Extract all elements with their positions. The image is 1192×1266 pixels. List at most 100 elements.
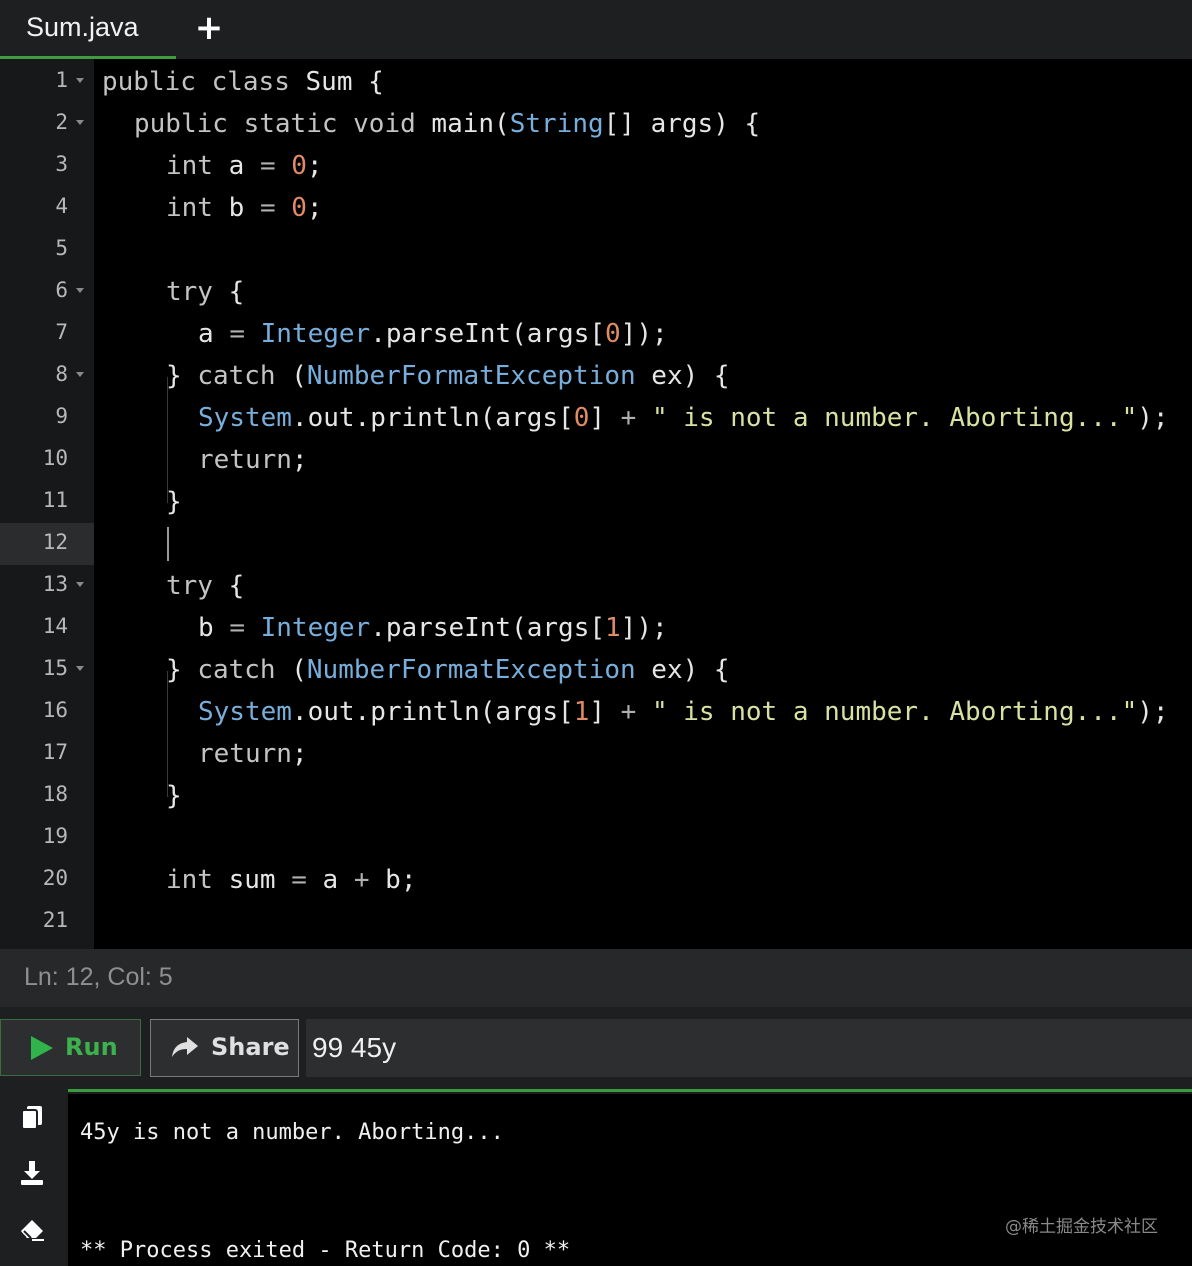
share-arrow-icon bbox=[172, 1037, 198, 1057]
type-name: Integer bbox=[260, 319, 371, 349]
keyword: int bbox=[166, 865, 213, 895]
keyword: return bbox=[198, 445, 292, 475]
output-side-tools bbox=[0, 1091, 66, 1266]
gutter-row: 21 bbox=[0, 901, 94, 943]
code-text: .out.println(args[ bbox=[291, 403, 574, 433]
keyword: return bbox=[198, 739, 292, 769]
fold-arrow-icon[interactable] bbox=[76, 666, 84, 671]
number-literal: 1 bbox=[573, 697, 590, 727]
line-number: 18 bbox=[42, 782, 68, 806]
line-number: 17 bbox=[42, 740, 68, 764]
text-cursor bbox=[167, 527, 169, 561]
line-number: 6 bbox=[55, 278, 68, 302]
code-line-10: return; bbox=[198, 439, 308, 481]
code-line-6: try { bbox=[166, 271, 244, 313]
output-console: 45y is not a number. Aborting... ** Proc… bbox=[68, 1094, 1192, 1266]
fold-arrow-icon[interactable] bbox=[76, 372, 84, 377]
code-text: ; bbox=[306, 151, 323, 181]
status-bar: Ln: 12, Col: 5 bbox=[0, 949, 1192, 1007]
add-tab-button[interactable]: + bbox=[194, 10, 224, 46]
operator: + bbox=[620, 697, 637, 727]
gutter-row: 8 bbox=[0, 355, 94, 397]
share-button[interactable]: Share bbox=[150, 1019, 299, 1077]
gutter-row: 10 bbox=[0, 439, 94, 481]
code-text: ; bbox=[291, 739, 308, 769]
code-line-8: } catch (NumberFormatException ex) { bbox=[166, 355, 730, 397]
type-name: String bbox=[509, 109, 604, 139]
operator: = bbox=[259, 151, 276, 181]
line-number: 8 bbox=[55, 362, 68, 386]
operator: + bbox=[620, 403, 637, 433]
command-line-args-input[interactable] bbox=[306, 1019, 1192, 1077]
keyword: public bbox=[134, 109, 228, 139]
console-exit-line: ** Process exited - Return Code: 0 ** bbox=[80, 1238, 571, 1263]
line-number: 3 bbox=[55, 152, 68, 176]
number-literal: 1 bbox=[605, 613, 621, 643]
type-name: System bbox=[198, 697, 292, 727]
gutter-row: 5 bbox=[0, 229, 94, 271]
code-text: ; bbox=[291, 445, 308, 475]
gutter-row: 1 bbox=[0, 61, 94, 103]
keyword: class bbox=[211, 67, 290, 97]
code-line-13: try { bbox=[166, 565, 244, 607]
operator: = bbox=[259, 193, 276, 223]
keyword: try bbox=[166, 277, 213, 307]
tab-bar: Sum.java + bbox=[0, 0, 1192, 59]
line-number: 2 bbox=[55, 110, 68, 134]
code-text: sum bbox=[212, 865, 292, 895]
line-number: 15 bbox=[42, 656, 68, 680]
tab-sum-java[interactable]: Sum.java bbox=[0, 0, 176, 59]
fold-arrow-icon[interactable] bbox=[76, 120, 84, 125]
code-text: ] bbox=[589, 403, 621, 433]
fold-arrow-icon[interactable] bbox=[76, 288, 84, 293]
code-text: } bbox=[166, 487, 182, 517]
run-button[interactable]: Run bbox=[0, 1019, 141, 1076]
code-line-17: return; bbox=[198, 733, 308, 775]
code-text: .out.println(args[ bbox=[291, 697, 574, 727]
code-text: Sum { bbox=[289, 67, 384, 97]
gutter-row: 16 bbox=[0, 691, 94, 733]
code-line-7: a = Integer.parseInt(args[0]); bbox=[198, 313, 668, 355]
console-output-line: 45y is not a number. Aborting... bbox=[80, 1120, 504, 1145]
code-text: { bbox=[212, 277, 245, 307]
gutter-row: 4 bbox=[0, 187, 94, 229]
run-label: Run bbox=[65, 1033, 118, 1061]
operator: + bbox=[353, 865, 370, 895]
code-text: .parseInt(args[ bbox=[370, 319, 606, 349]
code-line-9: System.out.println(args[0] + " is not a … bbox=[198, 397, 1169, 439]
number-literal: 0 bbox=[573, 403, 590, 433]
keyword: int bbox=[166, 151, 213, 181]
fold-arrow-icon[interactable] bbox=[76, 582, 84, 587]
line-number: 10 bbox=[42, 446, 68, 470]
code-editor[interactable]: 1 2 3 4 5 6 7 8 9 10 11 12 13 14 15 16 1… bbox=[0, 59, 1192, 949]
code-text: ] bbox=[589, 697, 621, 727]
code-text: b; bbox=[369, 865, 417, 895]
code-text: ; bbox=[306, 193, 323, 223]
gutter-row: 14 bbox=[0, 607, 94, 649]
fold-arrow-icon[interactable] bbox=[76, 78, 84, 83]
code-text: ]); bbox=[620, 319, 668, 349]
download-icon[interactable] bbox=[18, 1159, 46, 1187]
code-line-4: int b = 0; bbox=[166, 187, 323, 229]
copy-icon[interactable] bbox=[18, 1103, 46, 1131]
gutter-row: 3 bbox=[0, 145, 94, 187]
code-text: main( bbox=[415, 109, 510, 139]
code-text: b bbox=[212, 193, 260, 223]
code-text: a bbox=[198, 319, 230, 349]
keyword: catch bbox=[197, 361, 276, 391]
line-number: 21 bbox=[42, 908, 68, 932]
code-text: a bbox=[212, 151, 260, 181]
line-number-gutter: 1 2 3 4 5 6 7 8 9 10 11 12 13 14 15 16 1… bbox=[0, 59, 94, 949]
code-text: ( bbox=[275, 361, 307, 391]
operator: = bbox=[229, 319, 245, 349]
erase-icon[interactable] bbox=[18, 1215, 46, 1243]
keyword: void bbox=[353, 109, 416, 139]
line-number: 14 bbox=[42, 614, 68, 638]
gutter-row: 18 bbox=[0, 775, 94, 817]
string-literal: " is not a number. Aborting..." bbox=[651, 403, 1138, 433]
play-icon bbox=[31, 1036, 53, 1060]
gutter-row: 15 bbox=[0, 649, 94, 691]
code-line-14: b = Integer.parseInt(args[1]); bbox=[198, 607, 668, 649]
code-text: ex) { bbox=[635, 361, 730, 391]
gutter-row: 17 bbox=[0, 733, 94, 775]
